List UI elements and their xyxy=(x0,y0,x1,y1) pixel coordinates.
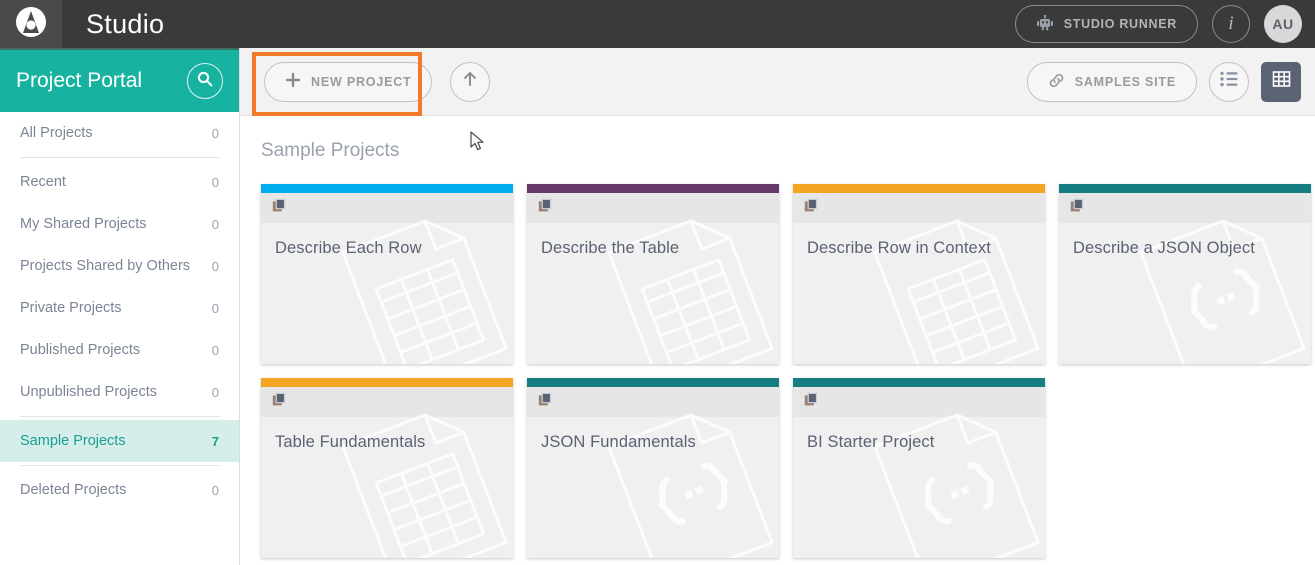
copy-icon[interactable] xyxy=(272,392,287,412)
sidebar-item-count: 0 xyxy=(212,126,219,141)
top-bar: Studio STUDIO RUNNER i AU xyxy=(0,0,1315,48)
sidebar-divider xyxy=(20,465,219,466)
new-project-label: NEW PROJECT xyxy=(311,75,411,89)
card-action-strip xyxy=(261,193,513,223)
sidebar: Project Portal All Projects 0 Recent 0 M… xyxy=(0,48,240,565)
search-icon xyxy=(196,70,214,93)
sidebar-item-recent[interactable]: Recent 0 xyxy=(0,161,239,203)
view-controls: SAMPLES SITE xyxy=(1027,62,1301,102)
upload-project-button[interactable] xyxy=(450,62,490,102)
sidebar-item-label: Private Projects xyxy=(20,300,122,316)
link-icon xyxy=(1048,72,1065,92)
alteryx-logo-icon xyxy=(14,5,48,44)
sidebar-item-label: Sample Projects xyxy=(20,433,126,449)
copy-icon[interactable] xyxy=(804,392,819,412)
copy-icon[interactable] xyxy=(804,198,819,218)
card-title: JSON Fundamentals xyxy=(527,417,779,452)
sidebar-item-private-projects[interactable]: Private Projects 0 xyxy=(0,287,239,329)
card-action-strip xyxy=(793,193,1045,223)
sidebar-item-my-shared-projects[interactable]: My Shared Projects 0 xyxy=(0,203,239,245)
avatar[interactable]: AU xyxy=(1264,5,1302,43)
sidebar-divider xyxy=(20,416,219,417)
sidebar-item-projects-shared-by-others[interactable]: Projects Shared by Others 0 xyxy=(0,245,239,287)
sidebar-item-label: Published Projects xyxy=(20,342,140,358)
card-action-strip xyxy=(527,193,779,223)
sidebar-item-label: All Projects xyxy=(20,125,93,141)
grid-view-icon xyxy=(1272,70,1291,93)
robot-icon xyxy=(1036,15,1054,34)
project-card[interactable]: BI Starter Project xyxy=(793,378,1045,558)
samples-site-button[interactable]: SAMPLES SITE xyxy=(1027,62,1197,102)
list-view-button[interactable] xyxy=(1209,62,1249,102)
project-card[interactable]: Describe Each Row xyxy=(261,184,513,364)
sidebar-item-count: 0 xyxy=(212,301,219,316)
mouse-cursor xyxy=(470,131,486,158)
copy-icon[interactable] xyxy=(272,198,287,218)
sidebar-divider xyxy=(20,157,219,158)
card-action-strip xyxy=(261,387,513,417)
info-icon: i xyxy=(1228,13,1233,35)
app-logo[interactable] xyxy=(0,0,62,48)
content-toolbar: NEW PROJECT SAMPLES SITE xyxy=(240,48,1315,116)
sidebar-item-label: Recent xyxy=(20,174,66,190)
copy-icon[interactable] xyxy=(1070,198,1085,218)
sidebar-item-unpublished-projects[interactable]: Unpublished Projects 0 xyxy=(0,371,239,413)
sidebar-item-label: Projects Shared by Others xyxy=(20,258,190,274)
card-title: BI Starter Project xyxy=(793,417,1045,452)
project-card[interactable]: Describe the Table xyxy=(527,184,779,364)
sidebar-item-count: 0 xyxy=(212,259,219,274)
card-color-bar xyxy=(793,184,1045,193)
list-view-icon xyxy=(1220,71,1239,92)
card-color-bar xyxy=(1059,184,1311,193)
project-list-panel: Sample Projects Describe Each Row xyxy=(240,116,1315,565)
card-title: Describe Row in Context xyxy=(793,223,1045,258)
sidebar-header: Project Portal xyxy=(0,48,239,112)
search-button[interactable] xyxy=(187,63,223,99)
sidebar-item-count: 0 xyxy=(212,385,219,400)
sidebar-item-count: 0 xyxy=(212,343,219,358)
card-color-bar xyxy=(261,378,513,387)
card-action-strip xyxy=(793,387,1045,417)
card-action-strip xyxy=(1059,193,1311,223)
top-bar-actions: STUDIO RUNNER i AU xyxy=(1015,5,1315,43)
app-title: Studio xyxy=(86,9,164,40)
new-project-button[interactable]: NEW PROJECT xyxy=(264,62,432,102)
card-action-strip xyxy=(527,387,779,417)
project-card[interactable]: Describe Row in Context xyxy=(793,184,1045,364)
section-title: Sample Projects xyxy=(240,116,1315,162)
studio-runner-label: STUDIO RUNNER xyxy=(1064,17,1177,31)
portal-title: Project Portal xyxy=(16,69,142,93)
studio-runner-button[interactable]: STUDIO RUNNER xyxy=(1015,5,1198,43)
card-title: Describe Each Row xyxy=(261,223,513,258)
sidebar-item-all-projects[interactable]: All Projects 0 xyxy=(0,112,239,154)
sidebar-item-count: 0 xyxy=(212,483,219,498)
sidebar-item-sample-projects[interactable]: Sample Projects 7 xyxy=(0,420,239,462)
copy-icon[interactable] xyxy=(538,392,553,412)
sidebar-item-deleted-projects[interactable]: Deleted Projects 0 xyxy=(0,469,239,511)
card-title: Describe a JSON Object xyxy=(1059,223,1311,258)
card-color-bar xyxy=(527,184,779,193)
project-card[interactable]: Table Fundamentals xyxy=(261,378,513,558)
grid-view-button[interactable] xyxy=(1261,62,1301,102)
copy-icon[interactable] xyxy=(538,198,553,218)
card-color-bar xyxy=(527,378,779,387)
project-card[interactable]: JSON Fundamentals xyxy=(527,378,779,558)
sidebar-item-count: 0 xyxy=(212,175,219,190)
card-title: Describe the Table xyxy=(527,223,779,258)
upload-arrow-icon xyxy=(462,70,478,93)
sidebar-item-count: 7 xyxy=(212,434,219,449)
project-card[interactable]: Describe a JSON Object xyxy=(1059,184,1311,364)
samples-site-label: SAMPLES SITE xyxy=(1075,75,1176,89)
card-title: Table Fundamentals xyxy=(261,417,513,452)
sidebar-item-label: Unpublished Projects xyxy=(20,384,157,400)
project-card-grid: Describe Each Row Describe th xyxy=(240,162,1315,558)
plus-icon xyxy=(285,72,301,91)
card-color-bar xyxy=(793,378,1045,387)
sidebar-item-published-projects[interactable]: Published Projects 0 xyxy=(0,329,239,371)
info-button[interactable]: i xyxy=(1212,5,1250,43)
sidebar-item-count: 0 xyxy=(212,217,219,232)
sidebar-item-label: Deleted Projects xyxy=(20,482,126,498)
card-color-bar xyxy=(261,184,513,193)
sidebar-item-label: My Shared Projects xyxy=(20,216,147,232)
